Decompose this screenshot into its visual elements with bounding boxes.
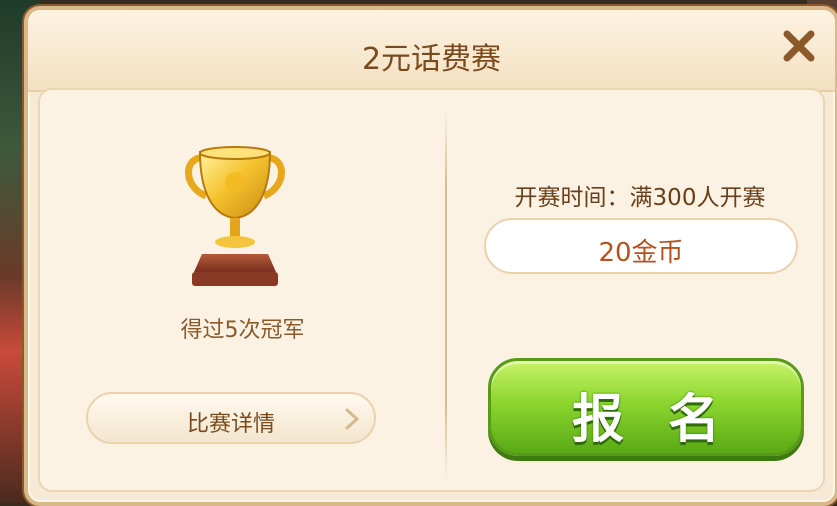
panel-divider xyxy=(445,110,447,480)
match-details-button[interactable]: 比赛详情 xyxy=(86,392,376,444)
start-time-text: 开赛时间：满300人开赛 xyxy=(514,185,766,211)
match-details-label: 比赛详情 xyxy=(186,412,275,437)
dialog-title: 2元话费赛 xyxy=(361,42,502,77)
signup-label: 报名 xyxy=(571,390,764,450)
dialog-content: 得过5次冠军 比赛详情 开赛时间：满300人开赛 20金币 报名 xyxy=(38,88,825,492)
close-button[interactable] xyxy=(777,24,821,68)
trophy-icon xyxy=(185,146,285,286)
entry-fee-box: 20金币 xyxy=(484,218,798,274)
signup-button[interactable]: 报名 xyxy=(488,358,804,456)
chevron-right-icon xyxy=(345,408,359,430)
match-dialog: 2元话费赛 得过5次冠军 比赛详情 开赛时间：满300人开赛 20金币 报名 xyxy=(24,6,837,506)
entry-fee-text: 20金币 xyxy=(598,238,684,268)
close-icon xyxy=(783,30,815,62)
champion-count-text: 得过5次冠军 xyxy=(180,318,305,343)
title-bar: 2元话费赛 xyxy=(28,10,835,92)
